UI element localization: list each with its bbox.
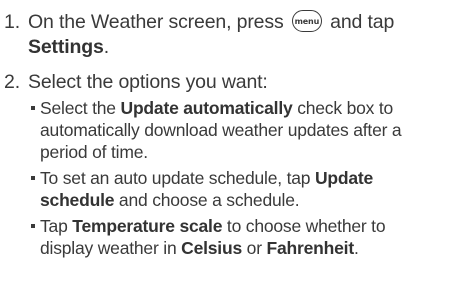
bullet-3-pre: Tap: [40, 216, 73, 236]
bullet-1-post: check box to: [292, 98, 394, 118]
bullet-square-icon: [31, 106, 35, 110]
step-1-line-1: On the Weather screen, press menu and ta…: [28, 9, 395, 35]
menu-key-icon: menu: [291, 9, 322, 32]
step-1-text-post: and tap: [330, 11, 395, 33]
bullet-1-pre: Select the: [40, 98, 121, 118]
bullet-square-icon: [31, 176, 35, 180]
bullet-square-icon: [31, 224, 35, 228]
step-1-text-pre: On the Weather screen, press: [28, 11, 284, 33]
update-label: Update: [314, 168, 374, 188]
step-1-line-2: Settings.: [28, 35, 394, 60]
bullet-3-post: to choose whether to: [222, 216, 386, 236]
step-text: On the Weather screen, press menu and ta…: [28, 9, 395, 60]
fahrenheit-label: Fahrenheit: [266, 238, 355, 258]
bullet-3-or: or: [242, 238, 267, 258]
bullet-3-line-2: display weather in Celsius or Fahrenheit…: [40, 237, 385, 259]
update-automatically-label: Update automatically: [120, 98, 293, 118]
bullet-1-line-2: automatically download weather updates a…: [40, 120, 402, 140]
temperature-scale-label: Temperature scale: [72, 216, 223, 236]
bullet-text: Select the Update automatically check bo…: [40, 97, 402, 163]
bullet-1-line-1: Select the Update automatically check bo…: [40, 97, 401, 119]
bullet-2-line-2: schedule and choose a schedule.: [40, 189, 373, 211]
bullet-3-line-1: Tap Temperature scale to choose whether …: [40, 215, 386, 237]
step-number: 1.: [4, 11, 20, 33]
bullet-text: Tap Temperature scale to choose whether …: [40, 215, 386, 259]
step-number: 2.: [4, 71, 20, 93]
schedule-label: schedule: [40, 190, 115, 210]
celsius-label: Celsius: [181, 238, 242, 258]
bullet-2-line-1: To set an auto update schedule, tap Upda…: [40, 167, 373, 189]
bullet-3-pre-2: display weather in: [40, 238, 182, 258]
settings-label: Settings: [28, 36, 104, 58]
bullet-text: To set an auto update schedule, tap Upda…: [40, 167, 373, 211]
bullet-2-post: and choose a schedule.: [114, 190, 300, 210]
bullet-3-period: .: [353, 238, 359, 258]
step-text: Select the options you want:: [28, 71, 268, 93]
instruction-document: 1. On the Weather screen, press menu and…: [0, 0, 458, 284]
step-1-period: .: [103, 36, 110, 58]
bullet-2-pre: To set an auto update schedule, tap: [40, 168, 315, 188]
bullet-1-line-3: period of time.: [40, 142, 148, 162]
